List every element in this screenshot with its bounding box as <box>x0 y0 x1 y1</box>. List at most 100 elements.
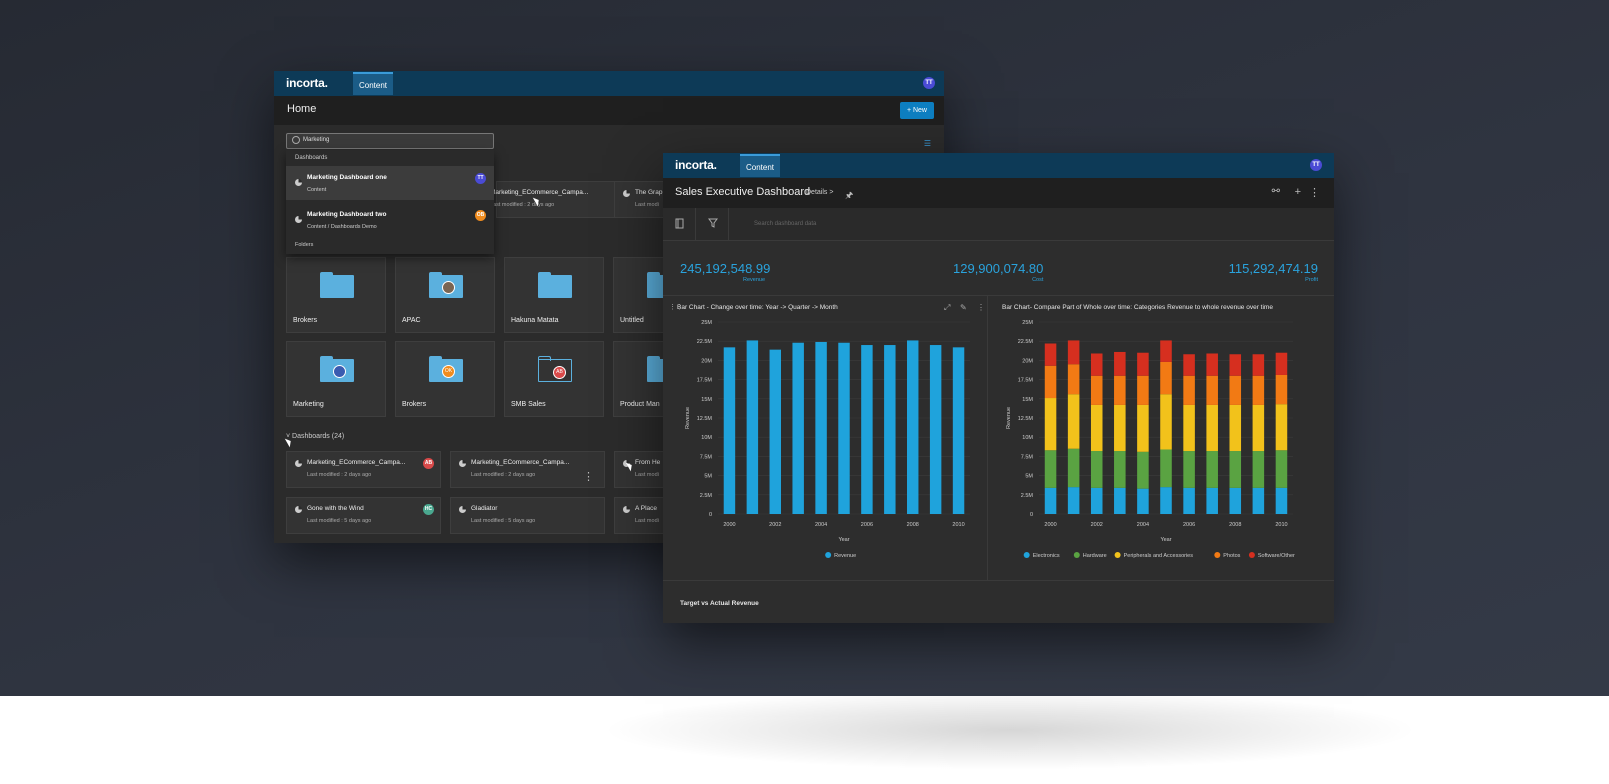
folder-icon <box>429 272 463 298</box>
bar <box>1160 449 1172 488</box>
bar <box>1252 451 1265 488</box>
nav-tab-content[interactable]: Content <box>353 72 394 95</box>
bar <box>1229 354 1242 376</box>
result-path: Content <box>307 187 327 193</box>
bar <box>1160 394 1172 450</box>
bar <box>1206 404 1218 452</box>
y-tick-label: 17.5M <box>697 378 713 384</box>
bar <box>907 340 919 514</box>
details-link[interactable]: Details > <box>806 189 833 196</box>
page-title: Home <box>287 103 317 115</box>
dashboard-card[interactable]: Marketing_ECommerce_Campa... Last modifi… <box>286 451 441 488</box>
bar <box>1090 404 1103 452</box>
incorta-logo: incorta. <box>675 158 717 172</box>
search-value[interactable]: Marketing <box>303 137 329 143</box>
folder-icon: AB <box>538 356 572 382</box>
search-results-dropdown: Dashboards Marketing Dashboard one Conte… <box>286 150 494 254</box>
bar <box>1229 375 1242 405</box>
y-tick-label: 5M <box>704 474 712 480</box>
chart-panel-categories: Bar Chart- Compare Part of Whole over ti… <box>988 295 1334 580</box>
share-icon[interactable]: ⚯ <box>1272 186 1280 197</box>
bar <box>1044 398 1057 451</box>
dashboards-section-toggle[interactable]: ˅ Dashboards (24) <box>286 433 344 440</box>
folder-card[interactable]: Marketing <box>286 341 386 417</box>
bar <box>1137 375 1149 405</box>
folder-name: Marketing <box>293 401 324 408</box>
search-result-item[interactable]: Marketing Dashboard two Content / Dashbo… <box>286 203 494 237</box>
legend-label: Electronics <box>1033 553 1060 559</box>
shared-user-avatar: AB <box>553 366 566 379</box>
pin-icon[interactable]: 🖈 <box>845 188 853 204</box>
folder-name: SMB Sales <box>511 401 546 408</box>
add-icon[interactable]: + <box>1295 186 1301 198</box>
folder-card[interactable]: Hakuna Matata <box>504 257 604 333</box>
bar <box>1090 375 1103 405</box>
bookmark-button[interactable] <box>663 208 696 240</box>
kpi-value: 115,292,474.19 <box>1228 261 1318 276</box>
user-avatar[interactable]: TT <box>923 77 935 89</box>
y-tick-label: 22.5M <box>697 339 713 345</box>
x-tick-label: 2000 <box>723 522 735 528</box>
dashboard-card[interactable]: Gone with the Wind Last modified : 5 day… <box>286 497 441 534</box>
y-tick-label: 5M <box>1025 474 1033 480</box>
legend-label: Hardware <box>1083 553 1107 559</box>
new-button[interactable]: + New <box>899 102 934 119</box>
folder-icon <box>320 272 354 298</box>
bar <box>1183 451 1195 488</box>
filter-button[interactable] <box>696 208 729 240</box>
list-view-icon[interactable]: ☰ <box>924 139 931 148</box>
x-tick-label: 2000 <box>1044 522 1056 528</box>
bar <box>1137 352 1149 376</box>
result-name: Marketing Dashboard two <box>307 211 387 218</box>
legend-label: Software/Other <box>1258 553 1295 559</box>
bar <box>1114 351 1126 376</box>
bar <box>1252 375 1265 405</box>
more-options-icon[interactable]: ⋮ <box>583 472 594 483</box>
folder-icon <box>538 272 572 298</box>
bar <box>1252 354 1265 376</box>
dashboard-toolbar: Search dashboard data <box>663 208 1334 241</box>
target-vs-actual-panel: Target vs Actual Revenue <box>663 580 1334 623</box>
dashboard-meta: Last modified : 5 days ago <box>471 518 536 524</box>
dashboard-icon <box>295 460 302 467</box>
owner-avatar: TT <box>475 173 486 184</box>
panel-title: Target vs Actual Revenue <box>680 600 759 607</box>
bar <box>1067 340 1080 365</box>
dashboard-icon <box>459 506 466 513</box>
more-options-icon[interactable]: ⋮ <box>1309 186 1320 199</box>
bar <box>792 342 804 514</box>
dashboard-name: Marketing_ECommerce_Campa... <box>471 459 570 466</box>
folder-name: Product Man <box>620 401 660 408</box>
bar <box>884 345 896 514</box>
bar <box>1206 353 1218 376</box>
user-avatar[interactable]: TT <box>1310 159 1322 171</box>
nav-tab-content[interactable]: Content <box>740 154 781 177</box>
y-tick-label: 15M <box>1022 397 1033 403</box>
bar <box>1229 487 1242 514</box>
dashboard-icon <box>623 190 630 197</box>
bar <box>1067 487 1080 514</box>
dashboard-name: The Grap <box>635 189 663 196</box>
kpi-cost: 129,900,074.80 Cost <box>953 261 1043 283</box>
dropdown-section-dashboards: Dashboards <box>295 155 328 161</box>
bar <box>1090 451 1103 488</box>
folder-card[interactable]: Brokers <box>286 257 386 333</box>
dashboard-card[interactable]: Gladiator Last modified : 5 days ago <box>450 497 605 534</box>
x-axis-label: Year <box>838 537 849 543</box>
search-input[interactable]: Marketing <box>286 133 494 149</box>
bar <box>1090 353 1103 376</box>
dashboard-meta: Last modi <box>635 202 659 208</box>
bar <box>1229 451 1242 488</box>
folder-card[interactable]: APAC <box>395 257 495 333</box>
bar <box>1160 487 1172 514</box>
dashboard-search-input[interactable]: Search dashboard data <box>754 221 816 227</box>
bar <box>1206 375 1218 405</box>
folder-card[interactable]: AB SMB Sales <box>504 341 604 417</box>
search-result-item[interactable]: Marketing Dashboard one Content TT <box>286 166 494 200</box>
window-shadow <box>600 690 1420 770</box>
folder-card[interactable]: OK Brokers <box>395 341 495 417</box>
dashboard-name: Marketing_ECommerce_Campa... <box>490 189 589 196</box>
dropdown-section-folders: Folders <box>295 242 314 248</box>
x-tick-label: 2006 <box>861 522 873 528</box>
dashboard-card[interactable]: Marketing_ECommerce_Campa... Last modifi… <box>450 451 605 488</box>
